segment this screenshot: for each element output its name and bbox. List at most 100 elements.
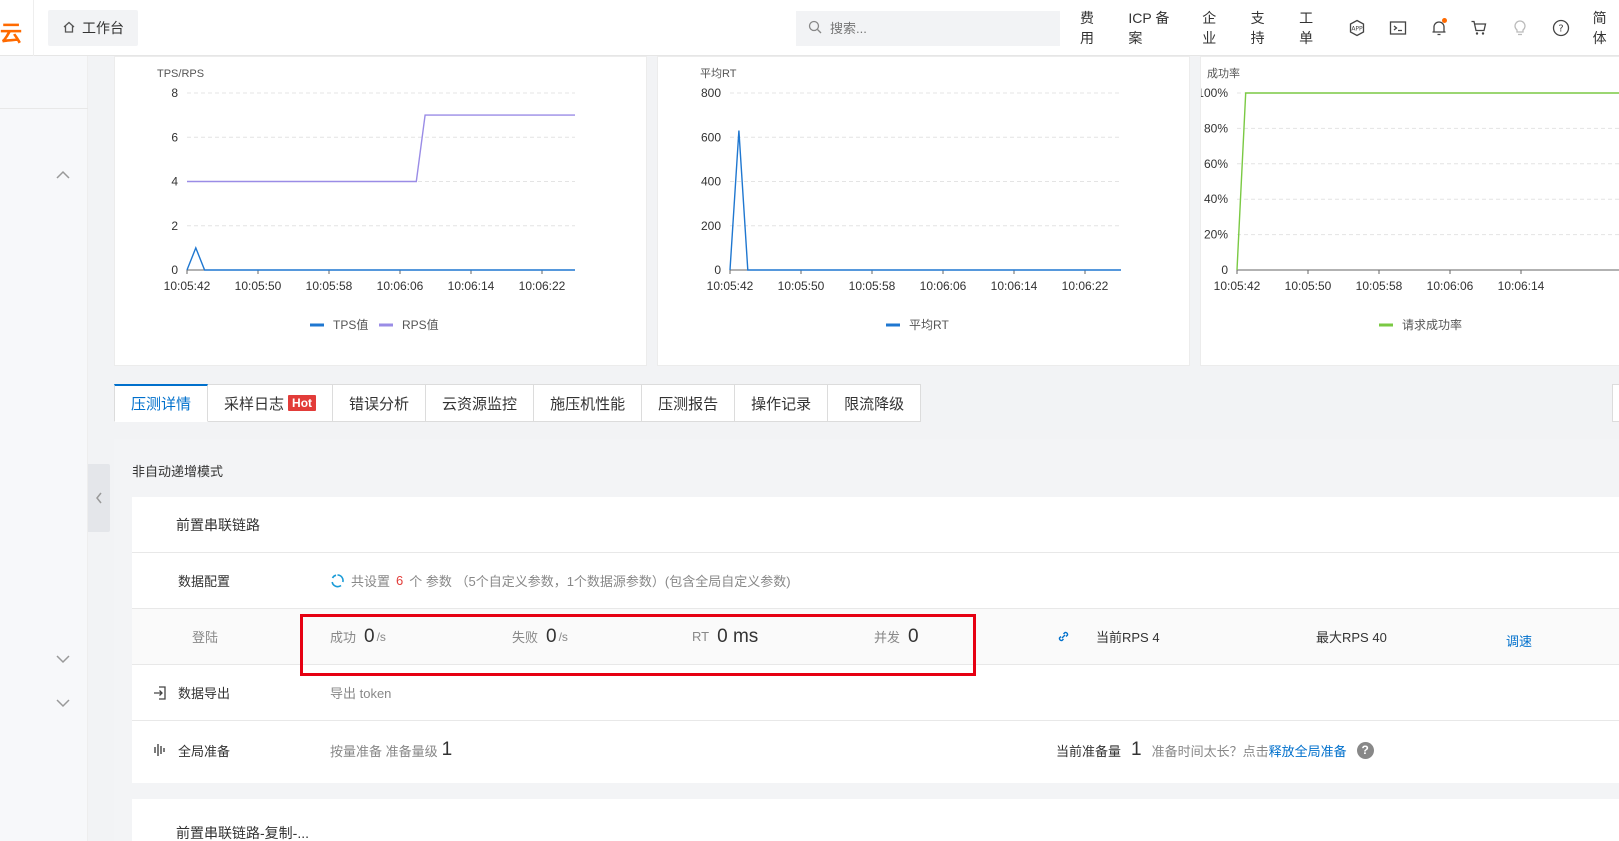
tab-operation-log[interactable]: 操作记录 [735,384,829,422]
x-tick-label: 10:06:14 [991,279,1038,293]
x-tick-label: 10:05:50 [778,279,825,293]
chart-title: TPS/RPS [157,68,204,80]
data-config-prefix: 共设置 [351,574,391,589]
series-line [729,130,1121,271]
highlight-box [300,614,976,676]
detail-tabs: 压测详情 采样日志 Hot 错误分析 云资源监控 施压机性能 压测报告 操作记录 … [114,384,922,422]
top-nav: 费用 ICP 备案 企业 支持 工单 APP ? 简体 [1080,0,1619,56]
x-tick-label: 10:05:50 [235,279,282,293]
x-tick-label: 10:06:06 [377,279,424,293]
logo[interactable]: 云 [0,16,22,48]
api-name[interactable]: 登陆 [192,627,218,646]
y-tick-label: 200 [701,219,721,233]
tab-label: 压测详情 [131,396,192,413]
svg-text:APP: APP [1351,26,1363,33]
current-prep-value: 1 [1131,739,1142,760]
tab-label: 云资源监控 [442,395,518,413]
left-sidebar [0,56,88,841]
success-rate-chart: 成功率 0 20% 40% 60% 80% 100% 10:05:42 10:05:50 10:0… [1201,66,1619,332]
export-text: 导出 token [330,686,392,701]
tab-report[interactable]: 压测报告 [642,384,736,422]
prep-value: 1 [441,739,453,760]
tab-label: 操作记录 [751,395,812,413]
chain-copy-title[interactable]: 前置串联链路-复制-... [176,823,309,841]
tab-sampling-log[interactable]: 采样日志 Hot [208,384,334,422]
legend-label: TPS值 [333,317,368,332]
hot-badge: Hot [288,395,317,411]
global-prep-label: 全局准备 [178,743,231,759]
release-global-prep-link[interactable]: 释放全局准备 [1269,741,1347,760]
x-tick-label: 10:06:14 [1498,279,1545,293]
workbench-label: 工作台 [82,20,124,36]
data-config-suffix: 个 参数 （5个自定义参数，1个数据源参数）(包含全局自定义参数) [409,574,791,589]
nav-enterprise[interactable]: 企业 [1202,8,1228,48]
chevron-down-icon[interactable] [54,650,72,668]
tab-label: 错误分析 [349,395,410,413]
tab-label: 采样日志 [224,395,285,413]
data-config-info: 共设置 6 个 参数 （5个自定义参数，1个数据源参数）(包含全局自定义参数) [330,571,791,590]
chain-title-row: 前置串联链路 [132,497,1619,553]
tab-rate-limit[interactable]: 限流降级 [828,384,922,422]
global-prep-row: 全局准备 按量准备 准备量级 1 当前准备量 1 准备时间太长？点击 释放全局准… [132,721,1619,779]
chevron-up-icon[interactable] [54,166,72,184]
y-tick-label: 0 [714,263,721,277]
y-tick-label: 20% [1204,228,1228,242]
series-line [187,114,575,183]
rt-chart-card: 平均RT 0 200 400 600 800 10:05:42 10:05:50 10:05:5… [657,56,1190,366]
terminal-icon[interactable] [1388,18,1407,38]
y-tick-label: 4 [171,175,178,189]
x-tick-label: 10:06:06 [1427,279,1474,293]
bars-icon [152,742,168,758]
workbench-button[interactable]: 工作台 [48,10,138,46]
x-tick-label: 10:06:06 [920,279,967,293]
divider [33,0,34,56]
y-tick-label: 2 [171,219,178,233]
nav-icp[interactable]: ICP 备案 [1128,8,1180,48]
chain-title: 前置串联链路 [176,516,260,533]
tab-machine-performance[interactable]: 施压机性能 [534,384,643,422]
prep-text: 按量准备 准备量级 [330,743,438,759]
svg-text:?: ? [1559,24,1564,35]
help-icon[interactable]: ? [1552,18,1571,38]
tps-rps-chart: TPS/RPS 0 2 4 6 8 10:05:42 10:05:50 10:05:58 10:0… [157,68,575,332]
bulb-icon[interactable] [1511,18,1530,38]
y-tick-label: 0 [171,263,178,277]
nav-ticket[interactable]: 工单 [1299,8,1325,48]
adjust-speed-link[interactable]: 调速 [1506,631,1532,650]
chevron-down-icon[interactable] [54,694,72,712]
y-tick-label: 100% [1201,86,1228,100]
chart-title: 平均RT [700,67,737,80]
legend-label: RPS值 [402,317,439,332]
y-tick-label: 600 [701,130,721,144]
language-switch[interactable]: 简体 [1593,8,1619,48]
question-icon[interactable]: ? [1356,741,1374,759]
tab-stress-detail[interactable]: 压测详情 [114,384,209,422]
sidebar-collapse-handle[interactable] [88,464,110,532]
nav-support[interactable]: 支持 [1251,8,1277,48]
search-input[interactable] [830,21,1030,36]
x-tick-label: 10:05:50 [1285,279,1332,293]
y-tick-label: 800 [701,86,721,100]
search-box[interactable] [796,11,1060,46]
tab-error-analysis[interactable]: 错误分析 [333,384,427,422]
cycle-icon [331,574,344,588]
x-tick-label: 10:06:22 [1062,279,1109,293]
x-tick-label: 10:05:42 [1214,279,1261,293]
chain-copy-section: 前置串联链路-复制-... [132,799,1619,841]
tab-label: 施压机性能 [550,395,626,413]
nav-fees[interactable]: 费用 [1080,8,1106,48]
max-rps: 最大RPS 40 [1316,630,1387,645]
tab-cloud-monitor[interactable]: 云资源监控 [426,384,535,422]
x-tick-label: 10:06:14 [448,279,495,293]
param-count: 6 [396,573,404,588]
bell-icon[interactable] [1429,18,1448,38]
app-icon[interactable]: APP [1347,18,1366,38]
y-tick-label: 6 [171,130,178,144]
tab-overflow-button[interactable] [1612,384,1619,422]
x-tick-label: 10:05:42 [707,279,754,293]
top-bar: 云 工作台 费用 ICP 备案 企业 支持 工单 APP [0,0,1619,56]
series-line [1236,92,1619,271]
cart-icon[interactable] [1470,18,1489,38]
divider [0,108,88,109]
link-icon[interactable] [1056,629,1071,644]
